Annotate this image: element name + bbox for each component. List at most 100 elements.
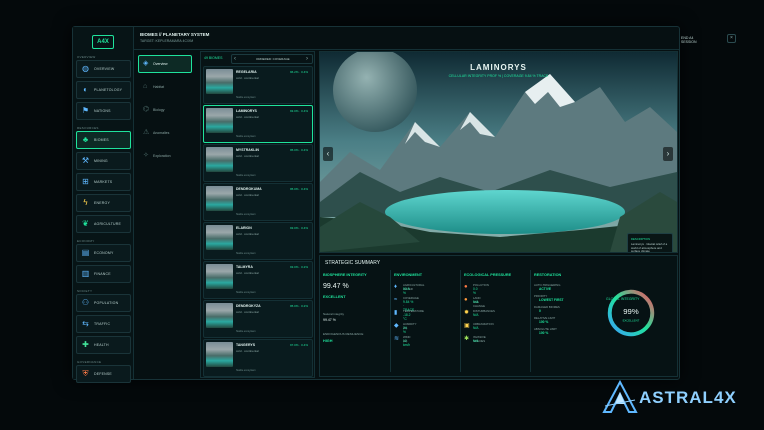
restoration-row: DAMAGED BIOMES [534,305,560,309]
biome-name: MYSTRAKLIN [236,148,259,152]
row-value: 12 km/h [403,339,411,347]
nav-item-mining[interactable]: ⚒ MINING [76,152,131,170]
bank-icon: ▥ [81,269,90,278]
global-integrity-gauge: 99% EXCELLENT [607,289,655,337]
bug-icon: ✱ [464,336,470,342]
row-value: N/A [473,313,479,317]
nav-item-label: OVERVIEW [94,67,115,71]
layers-icon: ◈ [143,60,149,67]
nav-item-traffic[interactable]: ⇆ TRAFFIC [76,315,131,333]
subnav-item-biology[interactable]: ⌬ Biology [138,101,192,119]
breadcrumb: BIOMES // PLANETARY SYSTEM [140,32,210,37]
row-value: -18.2 °C [403,313,411,321]
row-value: 93.8 % [403,287,410,295]
nav-section-title: ECONOMY [77,239,95,243]
astral-logo-icon [602,380,638,413]
nav-item-overview[interactable]: ◍ OVERVIEW [76,60,131,78]
subnav-item-label: Exploration [153,154,171,158]
leaf-icon: ❦ [82,219,89,228]
next-image-button[interactable]: › [663,147,673,161]
biome-card[interactable]: REGELARIA 96.2% · 0.4% cold · continenta… [203,66,313,104]
summary-title: STRATEGIC SUMMARY [325,260,381,266]
sort-selector[interactable]: ‹ ORDERED: COVERAGE › [231,54,313,64]
biosphere-header: BIOSPHERE INTEGRITY [323,273,367,277]
nav-item-planetology[interactable]: ◐ PLANETOLOGY [76,81,131,99]
biome-class: cold · continental [236,76,259,80]
biome-footer: Stable ecosystem [236,330,256,333]
nav-item-biomes[interactable]: ♣ BIOMES [76,131,131,149]
subnav-item-label: Anomalies [153,131,170,135]
biome-card[interactable]: MYSTRAKLIN 95.0% · 0.4% cold · continent… [203,144,313,182]
nav-item-label: NATIONS [94,109,111,113]
biome-card[interactable]: ELARION 93.0% · 0.4% cold · continental … [203,222,313,260]
nav-item-markets[interactable]: ⊞ MARKETS [76,173,131,191]
subnav-item-exploration[interactable]: ✧ Exploration [138,147,192,165]
nav-item-label: HEALTH [94,343,109,347]
biome-class: cold · continental [236,193,259,197]
nav-item-label: MINING [94,159,108,163]
subnav-item-label: Biology [153,108,165,112]
subnav-item-overview[interactable]: ◈ Overview [138,55,192,73]
nav-item-label: BIOMES [94,138,109,142]
app-logo: A4X [92,35,114,49]
home-icon: ⌂ [143,83,148,90]
nav-item-nations[interactable]: ⚑ NATIONS [76,102,131,120]
row-value: N/A [473,326,479,330]
close-button[interactable]: × [727,34,736,43]
pressure-header: ECOLOGICAL PRESSURE [464,273,512,277]
biome-stat: 93.0% · 0.4% [290,109,309,113]
nav-item-health[interactable]: ✚ HEALTH [76,336,131,354]
compass-icon: ✧ [143,152,149,159]
prev-image-button[interactable]: ‹ [323,147,333,161]
nav-item-label: TRAFFIC [94,322,111,326]
end-session-button[interactable]: END A4 SESSION [681,36,697,44]
nav-item-energy[interactable]: ϟ ENERGY [76,194,131,212]
biome-thumbnail [206,69,233,94]
subnav-item-habitat[interactable]: ⌂ Habitat [138,78,192,96]
biome-thumbnail [206,264,233,289]
biome-thumbnail [206,225,233,250]
axe-icon: ● [464,297,468,303]
people-icon: ⚇ [81,298,90,307]
city-icon: ▣ [464,323,470,329]
nav-item-defense[interactable]: ⛨ DEFENSE [76,365,131,383]
tree-icon: ♣ [82,135,89,144]
biome-thumbnail [206,186,233,211]
row-value: N/A [473,300,479,304]
biome-stat: 93.0% · 0.4% [290,226,309,230]
biome-footer: Stable ecosystem [236,174,256,177]
nav-item-economy[interactable]: ▤ ECONOMY [76,244,131,262]
biome-footer: Stable ecosystem [236,213,256,216]
target-label: TARGET: KEPLERAMARA 4C/XM [140,39,194,43]
nav-item-label: MARKETS [94,180,113,184]
nav-item-population[interactable]: ⚇ POPULATION [76,294,131,312]
biome-hero: LAMINORYS CELLULAR INTEGRITY PROF % | CO… [319,51,678,253]
biome-footer: Stable ecosystem [236,291,256,294]
biome-card[interactable]: DENDROKUMA 95.0% · 0.4% cold · continent… [203,183,313,221]
restoration-column: RESTORATION AUTO-TRIGGERING ACTIVE PRIORIT… [530,270,599,372]
thermometer-icon: ▮ [394,310,398,316]
biome-name: TALMYRA [236,265,253,269]
nav-item-agriculture[interactable]: ❦ AGRICULTURE [76,215,131,233]
row-value: ACTIVE [539,287,552,291]
natural-integrity-label: Natural integrity [323,312,345,316]
globe-icon: ◍ [82,64,89,73]
row-value: N/A [473,339,479,343]
sort-next-icon[interactable]: › [306,55,308,63]
biome-card[interactable]: DENDROKYZA 95.0% · 0.2% cold · continent… [203,300,313,338]
sort-prev-icon[interactable]: ‹ [234,55,236,63]
wave-icon: ≈ [394,297,398,303]
subnav-item-anomalies[interactable]: ⚠ Anomalies [138,124,192,142]
restoration-header: RESTORATION [534,273,562,277]
description-body: Laminorys · Glacial relief of a world of… [631,242,668,253]
nav-item-label: FINANCE [94,272,111,276]
biome-name: DENDROKYZA [236,304,261,308]
biosphere-value: 99.47 % [323,283,349,290]
biome-card[interactable]: LAMINORYS 93.0% · 0.4% cold · continenta… [203,105,313,143]
nav-item-finance[interactable]: ▥ FINANCE [76,265,131,283]
biome-footer: Stable ecosystem [236,252,256,255]
brand-logo: ASTRAL4X [601,380,745,414]
biome-card[interactable]: TALMYRA 93.0% · 0.2% cold · continental … [203,261,313,299]
biome-card[interactable]: TANGERYS 97.0% · 0.4% cold · continental… [203,339,313,377]
biome-class: cold · continental [236,310,259,314]
